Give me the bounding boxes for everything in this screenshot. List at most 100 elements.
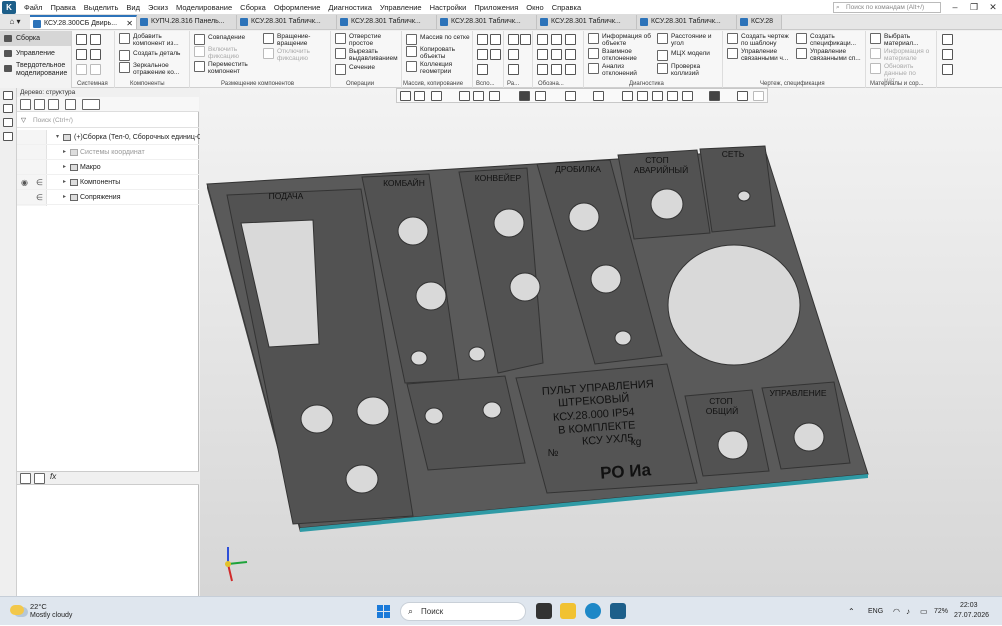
file-explorer-icon[interactable] <box>560 603 576 619</box>
sketch-icon[interactable] <box>477 64 488 75</box>
wifi-icon[interactable]: ◠ <box>893 597 900 626</box>
manage-linked-spec-button[interactable]: Управление связанными сп... <box>796 48 864 62</box>
include-icon[interactable]: ∈ <box>36 175 43 190</box>
table-icon[interactable] <box>551 64 562 75</box>
disable-fix-button[interactable]: Отключить фиксацию <box>263 48 325 62</box>
properties-icon[interactable] <box>3 104 13 113</box>
pan-icon[interactable] <box>459 91 470 101</box>
visibility-icon[interactable] <box>593 91 604 101</box>
settings-icon[interactable] <box>942 64 953 75</box>
angle-icon[interactable] <box>520 34 531 45</box>
expand-icon[interactable]: ▸ <box>63 145 66 160</box>
menu-window[interactable]: Окно <box>522 3 547 12</box>
add-component-button[interactable]: Добавить компонент из... <box>119 33 189 47</box>
simple-hole-button[interactable]: Отверстие простое <box>335 33 399 47</box>
hole-callout-icon[interactable] <box>551 34 562 45</box>
point-icon[interactable] <box>477 49 488 60</box>
group-icon[interactable] <box>65 99 76 110</box>
create-part-button[interactable]: Создать деталь <box>119 50 180 61</box>
menu-file[interactable]: Файл <box>20 3 46 12</box>
create-drawing-button[interactable]: Создать чертеж по шаблону <box>727 33 795 47</box>
redo-icon[interactable] <box>90 64 101 75</box>
tab-document-2[interactable]: КУПЧ.28.316 Панель... <box>137 15 237 29</box>
clock-time[interactable]: 22:03 <box>960 602 978 609</box>
tab-document-7[interactable]: КСУ.28.301 Табличк... <box>637 15 737 29</box>
pencil-icon[interactable] <box>753 91 764 101</box>
mutual-deviation-button[interactable]: Взаимное отклонение <box>588 48 656 62</box>
command-search-input[interactable]: ⌕ Поиск по командам (Alt+/) <box>833 2 941 13</box>
minimize-button[interactable]: – <box>945 1 965 13</box>
mass-properties-button[interactable]: МЦХ модели <box>657 50 710 61</box>
battery-icon[interactable]: ▭ <box>920 597 928 626</box>
pin-icon[interactable] <box>942 34 953 45</box>
close-tab-icon[interactable]: ✕ <box>126 17 133 29</box>
orientation-icon[interactable] <box>489 91 500 101</box>
menu-settings[interactable]: Настройки <box>426 3 471 12</box>
base-icon[interactable] <box>551 49 562 60</box>
expand-icon[interactable]: ▸ <box>63 190 66 205</box>
axis-icon[interactable] <box>477 34 488 45</box>
manage-linked-drawings-button[interactable]: Управление связанными ч... <box>727 48 795 62</box>
choose-material-button[interactable]: Выбрать материал... <box>870 33 932 47</box>
layers-view-icon[interactable] <box>682 91 693 101</box>
line-icon[interactable] <box>490 49 501 60</box>
home-tab-icon[interactable]: ⌂ ▾ <box>0 15 30 29</box>
language-indicator[interactable]: ENG <box>868 597 883 626</box>
properties-tab-icon[interactable] <box>34 473 45 484</box>
menu-control[interactable]: Управление <box>376 3 426 12</box>
variables-tab-icon[interactable]: fx <box>50 472 56 481</box>
tab-document-8[interactable]: КСУ.28 <box>737 15 782 29</box>
eye-icon[interactable]: ◉ <box>21 175 28 190</box>
geometry-collection-button[interactable]: Коллекция геометрии <box>406 61 470 75</box>
include-icon[interactable]: ∈ <box>36 190 43 205</box>
expand-icon[interactable]: ▸ <box>63 160 66 175</box>
menu-diagnostics[interactable]: Диагностика <box>324 3 375 12</box>
mirror-component-button[interactable]: Зеркальное отражение ко... <box>119 62 189 76</box>
tree-tab-icon[interactable] <box>20 473 31 484</box>
text-icon[interactable] <box>565 64 576 75</box>
distance-angle-button[interactable]: Расстояние и угол <box>657 33 721 47</box>
object-info-button[interactable]: Информация об объекте <box>588 33 656 47</box>
section-view-icon[interactable] <box>622 91 633 101</box>
tab-document-1[interactable]: КСУ.28.300СБ Двирь... ✕ <box>30 15 137 29</box>
rotate-view-icon[interactable] <box>473 91 484 101</box>
tab-document-6[interactable]: КСУ.28.301 Табличк... <box>537 15 637 29</box>
new-file-icon[interactable] <box>76 34 87 45</box>
enable-fix-button[interactable]: Включить фиксацию <box>194 46 249 60</box>
rotate-button[interactable]: Вращение-вращение <box>263 33 325 47</box>
maximize-button[interactable]: ❐ <box>964 1 984 13</box>
label-icon[interactable] <box>537 64 548 75</box>
copy-objects-button[interactable]: Копировать объекты <box>406 46 470 60</box>
layout-icon[interactable] <box>942 49 953 60</box>
dimension-icon[interactable] <box>508 34 519 45</box>
material-info-button[interactable]: Информация о материале <box>870 48 932 62</box>
tree-root[interactable]: ▾ (+)Сборка (Тел-0, Сборочных единиц-0 <box>17 130 201 145</box>
hide-icon[interactable] <box>565 91 576 101</box>
display-style-icon[interactable] <box>535 91 546 101</box>
sort-dropdown-icon[interactable] <box>82 99 100 110</box>
tree-filter-input[interactable]: ▽ Поиск (Ctrl+/) <box>17 114 199 128</box>
print-icon[interactable] <box>76 49 87 60</box>
grid-icon[interactable] <box>737 91 748 101</box>
box-icon[interactable] <box>652 91 663 101</box>
collapse-icon[interactable]: ▾ <box>56 130 59 145</box>
tab-document-5[interactable]: КСУ.28.301 Табличк... <box>437 15 537 29</box>
menu-sketch[interactable]: Эскиз <box>144 3 172 12</box>
zoom-icon[interactable] <box>431 91 442 101</box>
edge-browser-icon[interactable] <box>585 603 601 619</box>
cut-extrude-button[interactable]: Вырезать выдавливанием <box>335 48 399 62</box>
grid-array-button[interactable]: Массив по сетке <box>406 34 470 45</box>
tree-item-components[interactable]: ◉ ∈ ▸ Компоненты <box>17 175 199 190</box>
tolerance-icon[interactable] <box>565 49 576 60</box>
zoom-window-icon[interactable] <box>414 91 425 101</box>
windows-start-icon[interactable] <box>377 605 390 618</box>
roughness-icon[interactable] <box>537 49 548 60</box>
plane-icon[interactable] <box>490 34 501 45</box>
structure-icon[interactable] <box>34 99 45 110</box>
mode-assembly[interactable]: Сборка <box>0 31 71 46</box>
move-component-button[interactable]: Переместить компонент <box>194 61 254 75</box>
tree-item-mates[interactable]: ∈ ▸ Сопряжения <box>17 190 199 205</box>
fit-view-icon[interactable] <box>400 91 411 101</box>
menu-design[interactable]: Оформление <box>270 3 325 12</box>
check-collisions-button[interactable]: Проверка коллизий <box>657 63 721 77</box>
